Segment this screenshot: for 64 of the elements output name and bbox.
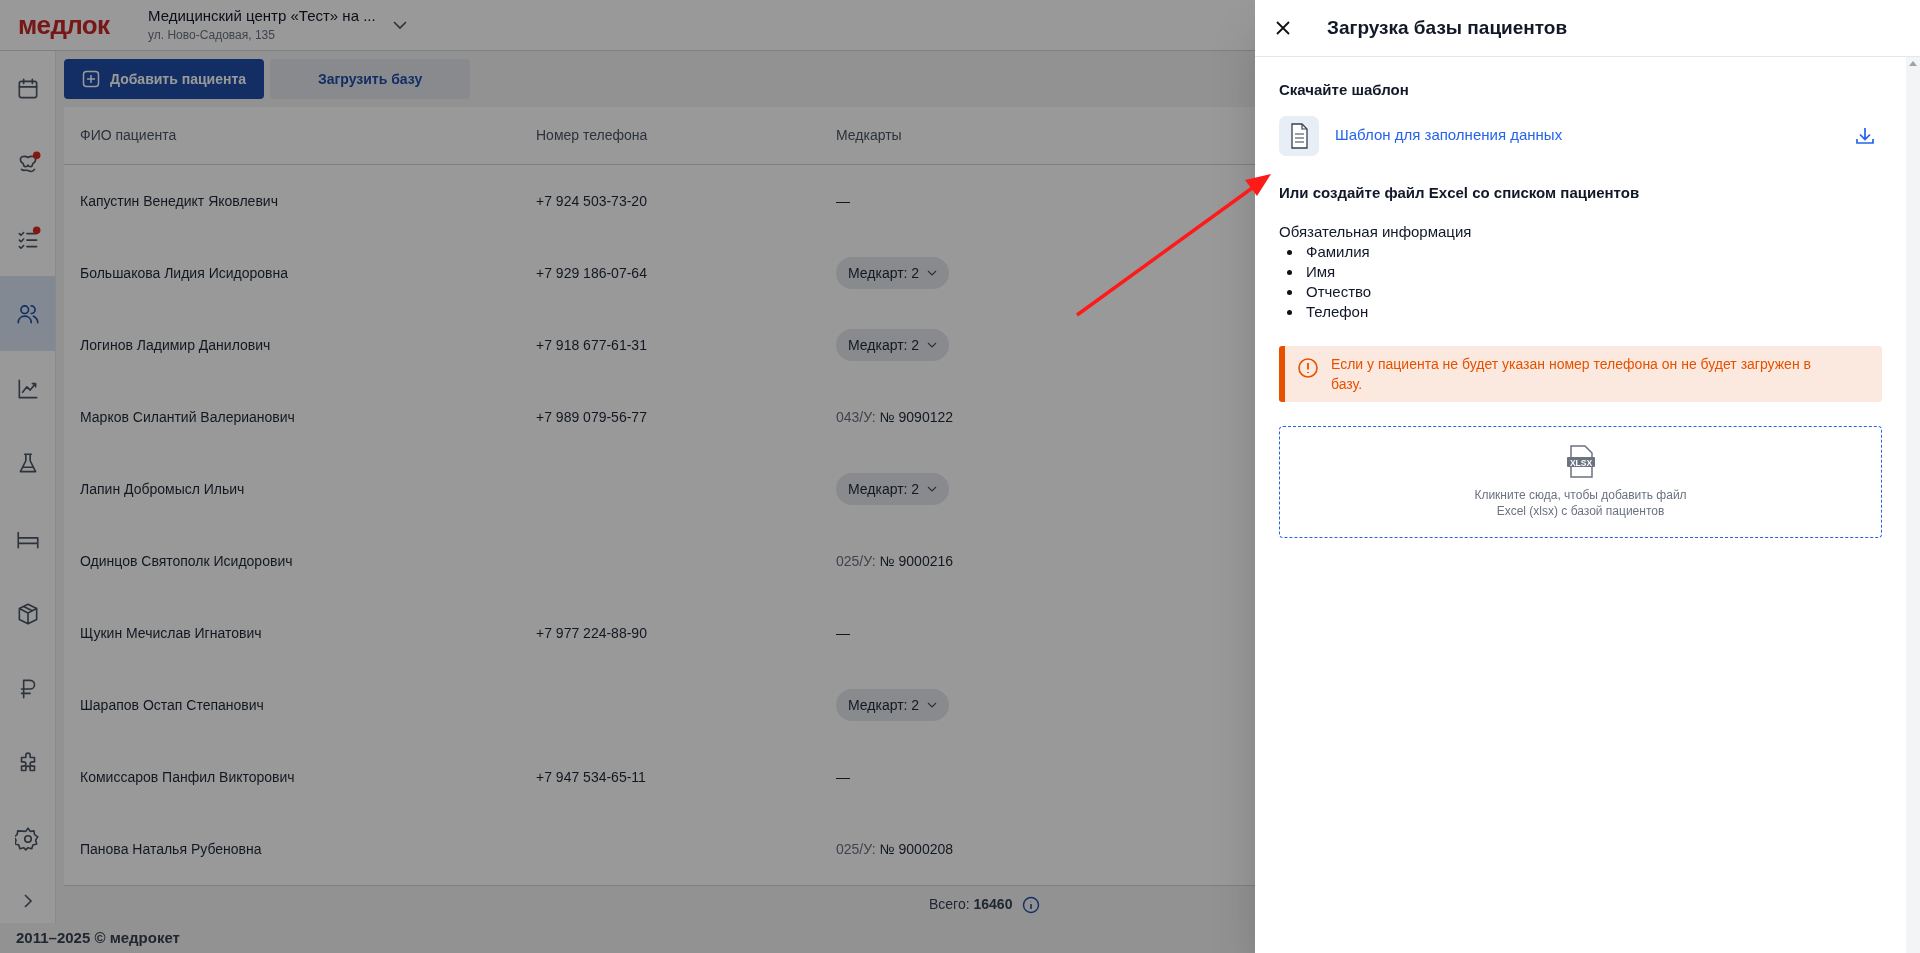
bullet-icon [1287,309,1292,315]
phone-number: +7 918 677-61-31 [536,335,648,355]
patient-name: Панова Наталья Рубеновна [80,839,263,859]
section-heading: Скачайте шаблон [1279,80,1410,100]
medical-card-number: 043/У: № 9090122 [836,408,954,425]
phone-number: +7 977 224-88-90 [536,623,648,643]
total-count: Всего: 16460 [929,895,1013,914]
patient-name: Комиссаров Панфил Викторович [80,767,296,787]
clinic-address: ул. Ново-Садовая, 135 [148,27,276,44]
chevron-down-icon [927,270,938,276]
phone-number: +7 989 079-56-77 [536,407,648,427]
template-link[interactable]: Шаблон для заполнения данных [1335,124,1563,147]
clinic-name[interactable]: Медицинский центр «Тест» на ... [148,6,376,26]
patient-name: Одинцов Святополк Исидорович [80,551,294,571]
column-header: Номер телефона [536,126,648,145]
empty-value: — [836,624,850,641]
chevron-down-icon [927,342,938,348]
phone-number: +7 929 186-07-64 [536,263,648,283]
patient-name: Шарапов Остап Степанович [80,695,265,715]
expand-icon[interactable] [22,893,33,909]
required-field: Телефон [1306,302,1369,322]
info-icon[interactable] [1022,895,1041,914]
upload-base-button[interactable]: Загрузить базу [270,59,471,99]
medical-cards-dropdown[interactable]: Медкарт: 2 [836,689,950,721]
add-patient-button[interactable]: Добавить пациента [64,59,265,99]
medical-cards-dropdown[interactable]: Медкарт: 2 [836,257,950,289]
settings-icon[interactable] [14,825,41,852]
logo: медлок [18,8,111,42]
required-field: Фамилия [1306,242,1370,262]
copyright-text: 2011–2025 © медрокет [16,927,180,948]
required-field: Отчество [1306,282,1372,302]
bullet-icon [1287,269,1292,275]
close-icon[interactable] [1275,20,1291,36]
empty-value: — [836,768,850,785]
medical-cards-dropdown[interactable]: Медкарт: 2 [836,329,950,361]
patient-name: Капустин Венедикт Яковлевич [80,191,279,211]
patient-name: Марков Силантий Валерианович [80,407,296,427]
patient-name: Лапин Добромысл Ильич [80,479,246,499]
patient-name: Логинов Ладимир Данилович [80,335,272,355]
section-heading: Или создайте файл Excel со списком пациентов [1279,182,1641,203]
chevron-down-icon[interactable] [391,20,408,30]
chevron-down-icon [927,486,938,492]
bullet-icon [1287,249,1292,255]
patient-name: Большакова Лидия Исидоровна [80,263,289,283]
medical-cards-dropdown[interactable]: Медкарт: 2 [836,473,950,505]
bullet-icon [1287,289,1292,295]
medical-card-number: 025/У: № 9000208 [836,840,954,857]
column-header: ФИО пациента [80,126,177,145]
dropzone-hint: Кликните сюда, чтобы добавить файл Excel (xlsx) с базой пациентов [1474,487,1687,519]
phone-number: +7 924 503-73-20 [536,191,648,211]
plus-icon [82,70,100,88]
required-field: Имя [1306,262,1336,282]
drawer-title: Загрузка базы пациентов [1327,15,1568,40]
column-header: Медкарты [836,126,902,145]
warning-message: Если у пациента не будет указан номер телефона он не будет загружен в базу. [1331,355,1812,394]
phone-number: +7 947 534-65-11 [536,767,647,787]
chevron-down-icon [927,702,938,708]
warning-icon [1297,357,1319,379]
file-dropzone[interactable]: XLSX Кликните сюда, чтобы добавить файл Excel (xlsx) с базой пациентов [1279,426,1882,538]
required-info-label: Обязательная информация [1279,222,1473,242]
patient-name: Щукин Мечислав Игнатович [80,623,263,643]
document-icon [1279,115,1319,156]
medical-card-number: 025/У: № 9000216 [836,552,954,569]
empty-value: — [836,192,850,209]
